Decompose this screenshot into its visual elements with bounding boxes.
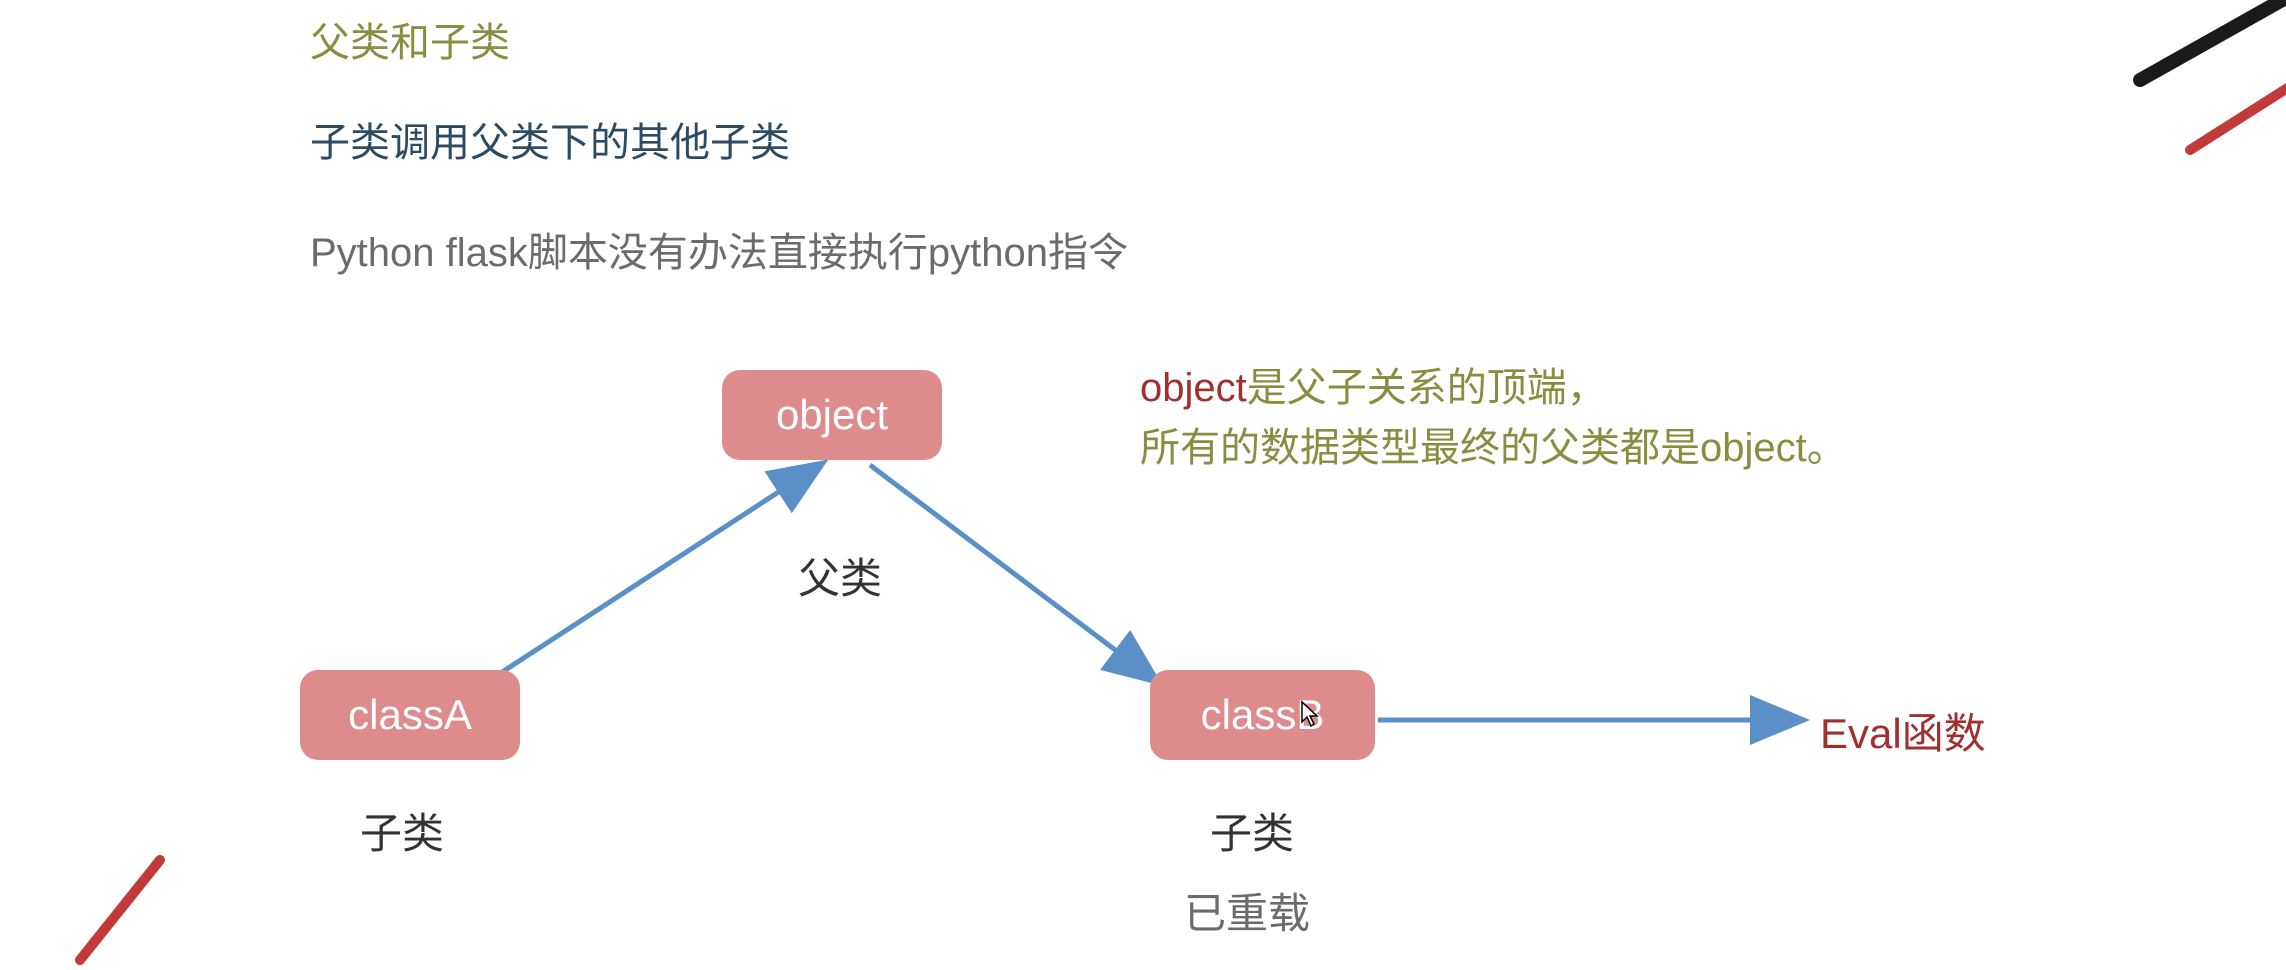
label-child-class-a: 子类 [360, 800, 444, 861]
label-child-class-b: 子类 [1210, 800, 1294, 861]
deco-stripe-bottom-red [60, 850, 180, 970]
node-classB: classB [1150, 670, 1375, 760]
note-part3: 所有的数据类型最终的父类都是object。 [1140, 426, 1847, 470]
deco-stripe-top-red [2180, 70, 2286, 170]
node-object: object [722, 370, 942, 460]
arrow-classA-to-object [490, 465, 820, 680]
title-parent-child: 父类和子类 [310, 10, 510, 68]
note-accent-object: object [1140, 366, 1247, 410]
title-flask-note: Python flask脚本没有办法直接执行python指令 [310, 220, 1128, 278]
note-object-top: object是父子关系的顶端， 所有的数据类型最终的父类都是object。 [1140, 358, 1847, 478]
label-overloaded: 已重载 [1184, 880, 1310, 941]
arrow-object-to-classB [870, 465, 1155, 680]
node-classA: classA [300, 670, 520, 760]
title-subclass-call: 子类调用父类下的其他子类 [310, 110, 790, 168]
label-parent-class: 父类 [798, 545, 882, 606]
note-part2: 是父子关系的顶端， [1247, 366, 1607, 410]
eval-function-label: Eval函数 [1820, 700, 1986, 761]
